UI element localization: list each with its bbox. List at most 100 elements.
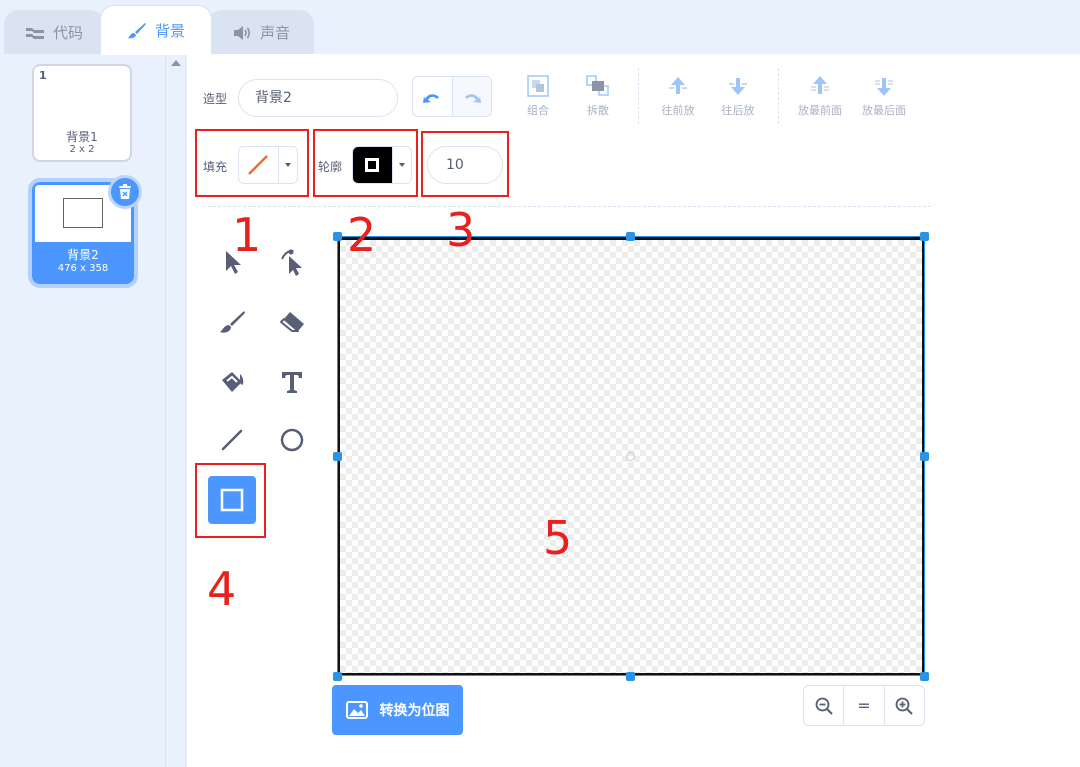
group-label: 组合 xyxy=(527,104,549,117)
costume-name-input[interactable]: 背景2 xyxy=(238,79,398,117)
image-icon xyxy=(345,701,368,719)
send-to-back-icon xyxy=(875,78,893,96)
bring-to-front-icon xyxy=(811,76,829,94)
reshape-tool[interactable] xyxy=(272,242,312,282)
reshape-icon xyxy=(281,249,302,276)
resize-handle[interactable] xyxy=(920,672,929,681)
backward-button[interactable]: 往后放 xyxy=(708,74,768,118)
undo-button[interactable] xyxy=(413,77,452,116)
outline-color-picker[interactable] xyxy=(352,146,412,184)
resize-handle[interactable] xyxy=(920,452,929,461)
costume-name-label: 造型 xyxy=(203,92,228,106)
brush-tool[interactable] xyxy=(212,302,252,342)
group-button[interactable]: 组合 xyxy=(508,74,568,118)
zoom-controls: = xyxy=(803,685,925,726)
circle-tool[interactable] xyxy=(272,420,312,460)
tab-backdrops[interactable]: 背景 xyxy=(100,5,212,55)
resize-handle[interactable] xyxy=(333,672,342,681)
costume-list-scrollbar[interactable] xyxy=(166,54,186,767)
costume-item[interactable]: 1 背景1 2 x 2 xyxy=(32,64,132,162)
annotation-number: 5 xyxy=(543,511,573,565)
undo-redo-group xyxy=(412,76,492,117)
brush-icon xyxy=(220,311,245,333)
eraser-tool[interactable] xyxy=(272,302,312,342)
outline-width-input[interactable]: 10 xyxy=(427,146,503,184)
tab-code[interactable]: 代码 xyxy=(4,10,104,54)
line-tool[interactable] xyxy=(212,420,252,460)
chevron-down-icon xyxy=(284,163,291,167)
delete-costume-button[interactable] xyxy=(108,175,142,209)
no-fill-icon xyxy=(248,155,269,175)
back-label: 放最后面 xyxy=(862,104,906,117)
front-button[interactable]: 放最前面 xyxy=(790,74,850,118)
costume-size: 476 x 358 xyxy=(57,263,109,274)
brush-icon xyxy=(127,22,147,39)
rectangle-tool[interactable] xyxy=(208,476,256,524)
fill-swatch xyxy=(239,147,278,183)
annotation-number: 4 xyxy=(207,562,237,616)
resize-handle[interactable] xyxy=(333,452,342,461)
resize-handle[interactable] xyxy=(626,672,635,681)
zoom-in-button[interactable] xyxy=(883,686,924,725)
fill-color-picker[interactable] xyxy=(238,146,298,184)
outline-swatch xyxy=(353,147,392,183)
code-icon xyxy=(25,25,45,41)
line-icon xyxy=(221,429,243,451)
tab-backdrops-label: 背景 xyxy=(154,22,185,40)
toolbar-divider xyxy=(778,68,779,124)
move-forward-icon xyxy=(669,77,687,94)
redo-icon xyxy=(464,93,481,103)
redo-button[interactable] xyxy=(451,77,491,116)
trash-icon xyxy=(119,184,131,199)
text-tool[interactable] xyxy=(272,362,312,402)
paint-bucket-icon xyxy=(222,372,244,392)
outline-square-icon xyxy=(365,158,380,172)
eraser-icon xyxy=(280,312,304,332)
chevron-down-icon xyxy=(398,163,405,167)
outline-label: 轮廓 xyxy=(318,160,343,174)
tab-code-label: 代码 xyxy=(52,24,83,42)
costume-center-marker xyxy=(626,452,635,461)
group-icon xyxy=(527,75,549,97)
costume-size: 2 x 2 xyxy=(69,144,95,155)
toolbar-separator xyxy=(203,206,931,207)
front-label: 放最前面 xyxy=(798,104,842,117)
move-backward-icon xyxy=(729,78,747,95)
forward-button[interactable]: 往前放 xyxy=(648,74,708,118)
resize-handle[interactable] xyxy=(920,232,929,241)
speaker-icon xyxy=(232,25,252,41)
ungroup-label: 拆散 xyxy=(587,104,609,117)
fill-tool[interactable] xyxy=(212,362,252,402)
costume-name: 背景2 xyxy=(67,248,99,262)
toolbar-divider xyxy=(638,68,639,124)
resize-handle[interactable] xyxy=(333,232,342,241)
text-icon xyxy=(282,372,302,393)
convert-to-bitmap-label: 转换为位图 xyxy=(379,703,450,719)
backward-label: 往后放 xyxy=(721,104,755,117)
ungroup-icon xyxy=(586,75,609,96)
fill-dropdown[interactable] xyxy=(277,147,297,183)
forward-label: 往前放 xyxy=(661,104,695,117)
back-button[interactable]: 放最后面 xyxy=(854,74,914,118)
convert-to-bitmap-button[interactable]: 转换为位图 xyxy=(332,685,463,735)
tab-sounds[interactable]: 声音 xyxy=(208,10,314,54)
outline-dropdown[interactable] xyxy=(391,147,411,183)
ungroup-button[interactable]: 拆散 xyxy=(568,74,628,118)
zoom-out-button[interactable] xyxy=(804,686,843,725)
zoom-out-icon xyxy=(815,697,833,715)
costume-thumbnail xyxy=(63,198,103,228)
resize-handle[interactable] xyxy=(626,232,635,241)
annotation-number: 2 xyxy=(347,208,377,262)
zoom-reset-button[interactable]: = xyxy=(843,686,883,725)
tab-sounds-label: 声音 xyxy=(259,24,290,42)
annotation-number: 1 xyxy=(232,208,262,262)
circle-icon xyxy=(280,428,304,452)
scroll-up-arrow-icon[interactable] xyxy=(171,60,181,66)
undo-icon xyxy=(423,93,440,103)
costume-name: 背景1 xyxy=(66,130,98,144)
annotation-number: 3 xyxy=(446,203,476,257)
costume-number: 2 xyxy=(40,188,48,201)
zoom-in-icon xyxy=(895,697,914,715)
costume-number: 1 xyxy=(39,69,47,82)
editor-tabs: 代码 背景 声音 xyxy=(0,0,1080,55)
